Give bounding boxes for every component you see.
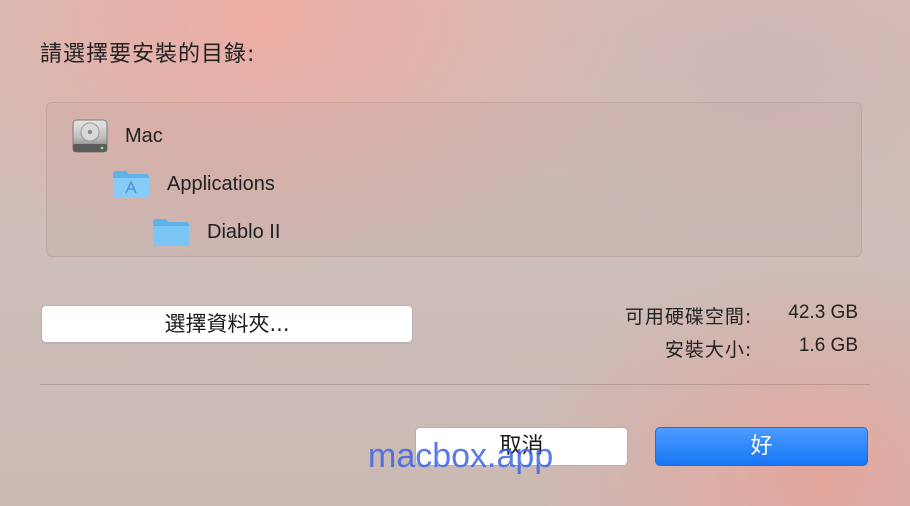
path-item-diablo-ii[interactable]: Diablo II: [151, 212, 280, 252]
disk-info: 可用硬碟空間: 42.3 GB 安裝大小: 1.6 GB: [625, 302, 858, 362]
choose-folder-button[interactable]: 選擇資料夾...: [41, 305, 413, 343]
install-size-value: 1.6 GB: [798, 335, 858, 356]
dialog-title: 請選擇要安裝的目錄:: [40, 42, 256, 67]
install-path-panel: Mac Applications Diablo II: [46, 102, 862, 257]
folder-icon: [151, 216, 191, 248]
cancel-button[interactable]: 取消: [415, 427, 628, 466]
ok-button[interactable]: 好: [655, 427, 868, 466]
path-item-applications[interactable]: Applications: [111, 164, 275, 204]
path-item-mac[interactable]: Mac: [71, 116, 163, 156]
install-size-label: 安裝大小:: [664, 339, 753, 361]
hard-drive-icon: [71, 118, 109, 154]
path-item-label: Diablo II: [207, 220, 281, 243]
divider: [40, 384, 870, 385]
path-item-label: Applications: [167, 172, 275, 195]
path-item-label: Mac: [125, 124, 163, 147]
applications-folder-icon: [111, 168, 151, 200]
available-space-value: 42.3 GB: [788, 302, 858, 323]
available-space-label: 可用硬碟空間:: [624, 306, 753, 328]
